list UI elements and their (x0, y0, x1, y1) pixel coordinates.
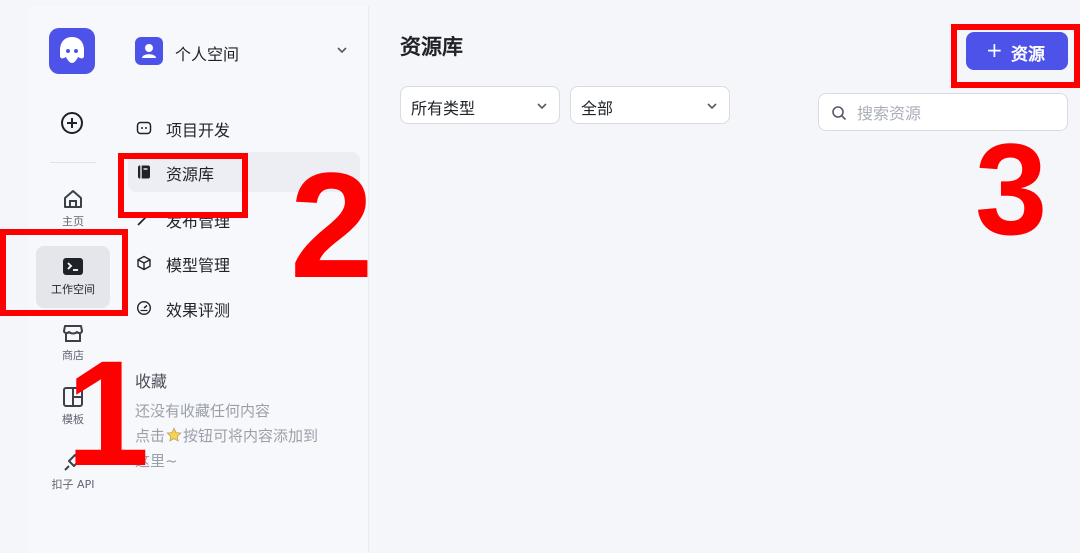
chevron-down-icon (537, 103, 547, 110)
cube-icon (137, 255, 151, 271)
favorites-empty-line: 这里~ (135, 452, 178, 470)
annotation-number-3: 3 (975, 116, 1048, 262)
type-filter-select[interactable]: 所有类型 (400, 86, 560, 124)
main-content: 资源库 所有类型 全部 + 资源 (369, 6, 1080, 553)
home-icon (64, 190, 82, 208)
search-icon (832, 106, 847, 121)
workspace-switcher[interactable]: 个人空间 (135, 36, 355, 68)
scope-filter-select[interactable]: 全部 (570, 86, 730, 124)
favorites-empty-line: 还没有收藏任何内容 (135, 402, 271, 420)
page-title: 资源库 (400, 35, 463, 59)
project-icon (136, 121, 152, 135)
favorites-empty-line: 点击 按钮可将内容添加到 (135, 424, 365, 449)
annotation-box-3 (951, 24, 1080, 88)
chevron-down-icon (337, 47, 347, 54)
rail-item-home[interactable]: 主页 (28, 186, 118, 229)
favorites-empty-text: 还没有收藏任何内容 点击 按钮可将内容添加到 这里~ (135, 399, 365, 474)
star-icon (166, 427, 182, 442)
create-plus-icon[interactable] (58, 109, 86, 137)
annotation-box-1 (0, 229, 128, 316)
annotation-box-2 (118, 153, 248, 218)
nav-item-label: 模型管理 (166, 256, 231, 275)
annotation-number-2: 2 (290, 141, 374, 309)
favorites-empty-fragment: 按钮可将内容添加到 (183, 427, 319, 445)
select-value: 全部 (581, 99, 614, 118)
coze-logo-icon (60, 37, 84, 63)
workspace-label: 个人空间 (175, 45, 240, 64)
gauge-icon (136, 300, 152, 316)
nav-item-label: 效果评测 (166, 301, 231, 320)
nav-item-label: 项目开发 (166, 121, 231, 140)
select-value: 所有类型 (411, 99, 476, 118)
annotation-number-1: 1 (66, 329, 150, 497)
app-logo[interactable] (49, 28, 95, 74)
chevron-down-icon (707, 103, 717, 110)
rail-item-label: 主页 (62, 215, 84, 228)
rail-divider (50, 162, 96, 163)
user-avatar-icon (135, 37, 163, 65)
